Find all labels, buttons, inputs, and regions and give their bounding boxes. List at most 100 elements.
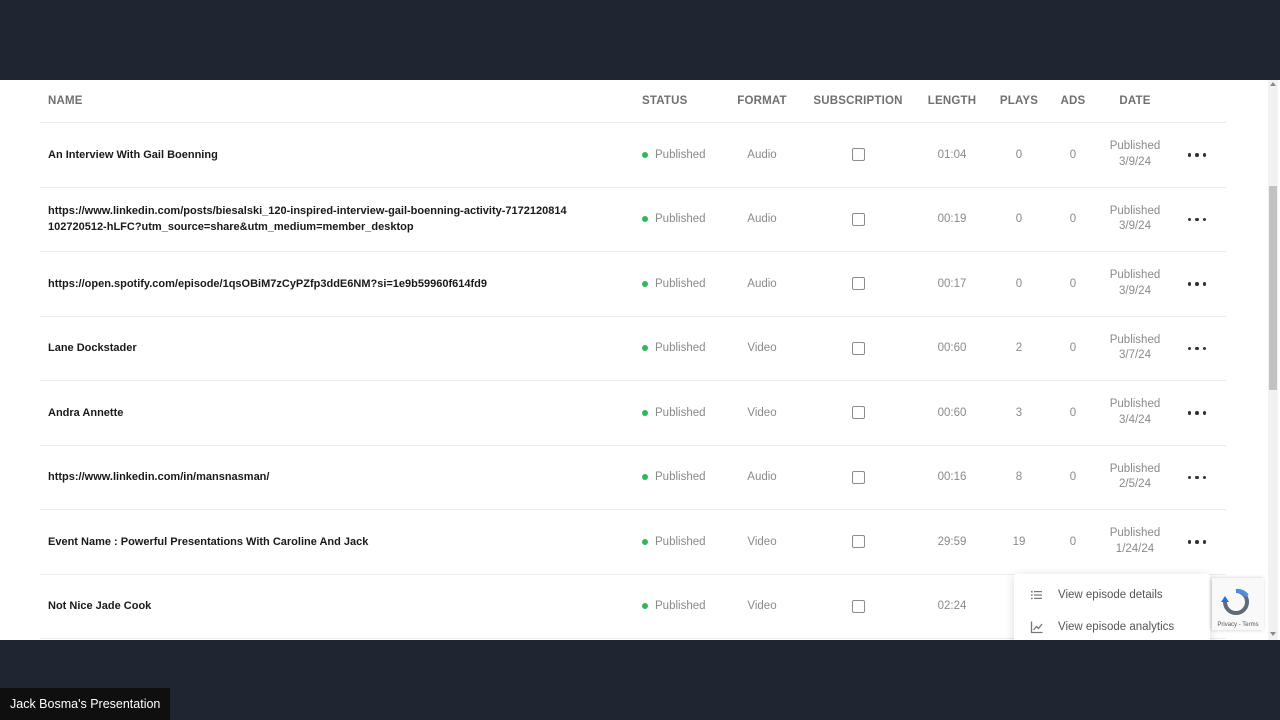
subscription-checkbox[interactable] [851,599,865,613]
scroll-down-arrow-icon[interactable] [1270,632,1276,636]
status-text: Published [655,148,706,161]
plays-value: 19 [1012,535,1026,548]
subscription-checkbox[interactable] [851,470,865,484]
more-options-icon[interactable] [1184,472,1211,484]
ads-value: 0 [1069,148,1077,161]
table-row[interactable]: https://www.linkedin.com/in/mansnasman/P… [40,446,1226,510]
status-text: Published [655,277,706,290]
subscription-checkbox[interactable] [851,277,865,291]
episode-name[interactable]: Not Nice Jade Cook [48,598,151,614]
ads-cell: 0 [1056,188,1090,252]
table-row[interactable]: Event Name : Powerful Presentations With… [40,510,1226,575]
date-status: Published [1109,333,1161,346]
length-value: 01:04 [937,148,967,161]
header-name[interactable]: NAME [48,80,568,122]
header-ads[interactable]: ADS [1056,80,1090,122]
ads-cell: 0 [1056,123,1090,187]
view-episode-details-label: View episode details [1058,589,1163,601]
date-status: Published [1109,527,1161,540]
length-cell: 00:19 [922,188,982,252]
ads-cell: 0 [1056,510,1090,574]
subscription-checkbox[interactable] [851,212,865,226]
date-value: 2/5/24 [1119,478,1151,491]
plays-cell: 0 [998,252,1040,316]
episode-name-cell: Event Name : Powerful Presentations With… [48,510,568,574]
row-menu-cell [1180,252,1214,316]
vertical-scrollbar[interactable] [1268,80,1278,640]
more-options-icon[interactable] [1184,343,1211,355]
table-row[interactable]: Lane Dockstader Published Video 00:60 2 0 Publ… [40,317,1226,381]
subscription-checkbox[interactable] [851,148,865,162]
subscription-cell [812,446,904,510]
episode-name-cell: https://www.linkedin.com/posts/biesalski… [48,188,568,252]
subscription-checkbox[interactable] [851,535,865,549]
format-cell: Audio [730,252,794,316]
plays-cell: 19 [998,510,1040,574]
format-cell: Video [730,381,794,445]
scroll-up-arrow-icon[interactable] [1270,82,1276,86]
ads-value: 0 [1069,277,1077,290]
more-options-icon[interactable] [1184,214,1211,226]
status-published-dot-icon [642,345,648,352]
table-row[interactable]: https://open.spotify.com/episode/1qsOBiM… [40,252,1226,317]
header-date[interactable]: DATE [1102,80,1168,122]
subscription-checkbox[interactable] [851,406,865,420]
recaptcha-badge[interactable]: Privacy - Terms [1212,578,1264,630]
header-length[interactable]: LENGTH [922,80,982,122]
subscription-cell [812,317,904,381]
plays-value: 3 [1015,406,1023,419]
episode-name[interactable]: Andra Annette [48,405,123,421]
date-status: Published [1109,204,1161,217]
more-options-icon[interactable] [1184,536,1211,548]
length-cell: 00:16 [922,446,982,510]
recaptcha-privacy-terms[interactable]: Privacy - Terms [1212,622,1264,628]
episodes-screen: NAME STATUS FORMAT SUBSCRIPTION LENGTH P… [0,80,1280,640]
episode-name[interactable]: Event Name : Powerful Presentations With… [48,534,368,550]
length-value: 02:24 [937,600,967,613]
list-icon [1031,591,1042,600]
episode-name[interactable]: https://www.linkedin.com/in/mansnasman/ [48,469,269,485]
length-cell: 00:60 [922,381,982,445]
ads-cell: 0 [1056,446,1090,510]
episode-name[interactable]: https://www.linkedin.com/posts/biesalski… [48,203,568,235]
table-row[interactable]: An Interview With Gail Boenning Published… [40,123,1226,188]
scroll-thumb[interactable] [1269,186,1277,390]
presenter-name: Jack Bosma's Presentation [10,697,161,711]
date-value: 1/24/24 [1115,542,1155,555]
ads-value: 0 [1069,213,1077,226]
status-cell: Published [642,188,732,252]
table-row[interactable]: https://www.linkedin.com/posts/biesalski… [40,188,1226,252]
view-episode-analytics-item[interactable]: View episode analytics [1014,612,1210,640]
presenter-label: Jack Bosma's Presentation [0,688,171,720]
status-text: Published [655,342,706,355]
length-value: 29:59 [937,535,967,548]
plays-value: 0 [1015,213,1023,226]
more-options-icon[interactable] [1184,149,1211,161]
table-row[interactable]: Andra Annette Published Video 00:60 3 0 Publis… [40,381,1226,446]
status-cell: Published [642,317,732,381]
status-text: Published [655,535,706,548]
row-menu-cell [1180,381,1214,445]
subscription-checkbox[interactable] [851,341,865,355]
date-block: Published 3/9/24 [1110,139,1161,170]
more-options-icon[interactable] [1184,278,1211,290]
length-value: 00:60 [937,406,967,419]
date-block: Published 2/5/24 [1110,462,1161,493]
plays-value: 0 [1015,148,1023,161]
more-options-icon[interactable] [1184,407,1211,419]
view-episode-details-item[interactable]: View episode details [1014,580,1210,610]
episode-name[interactable]: https://open.spotify.com/episode/1qsOBiM… [48,276,487,292]
episode-name[interactable]: An Interview With Gail Boenning [48,147,218,163]
episode-name[interactable]: Lane Dockstader [48,340,137,356]
plays-cell: 0 [998,123,1040,187]
header-subscription[interactable]: SUBSCRIPTION [812,80,904,122]
format-value: Video [747,600,777,613]
header-plays[interactable]: PLAYS [998,80,1040,122]
length-cell: 00:17 [922,252,982,316]
date-value: 3/9/24 [1119,284,1151,297]
status-text: Published [655,406,706,419]
header-status[interactable]: STATUS [642,80,732,122]
header-format[interactable]: FORMAT [730,80,794,122]
format-value: Video [747,535,777,548]
status-published-dot-icon [642,216,648,223]
